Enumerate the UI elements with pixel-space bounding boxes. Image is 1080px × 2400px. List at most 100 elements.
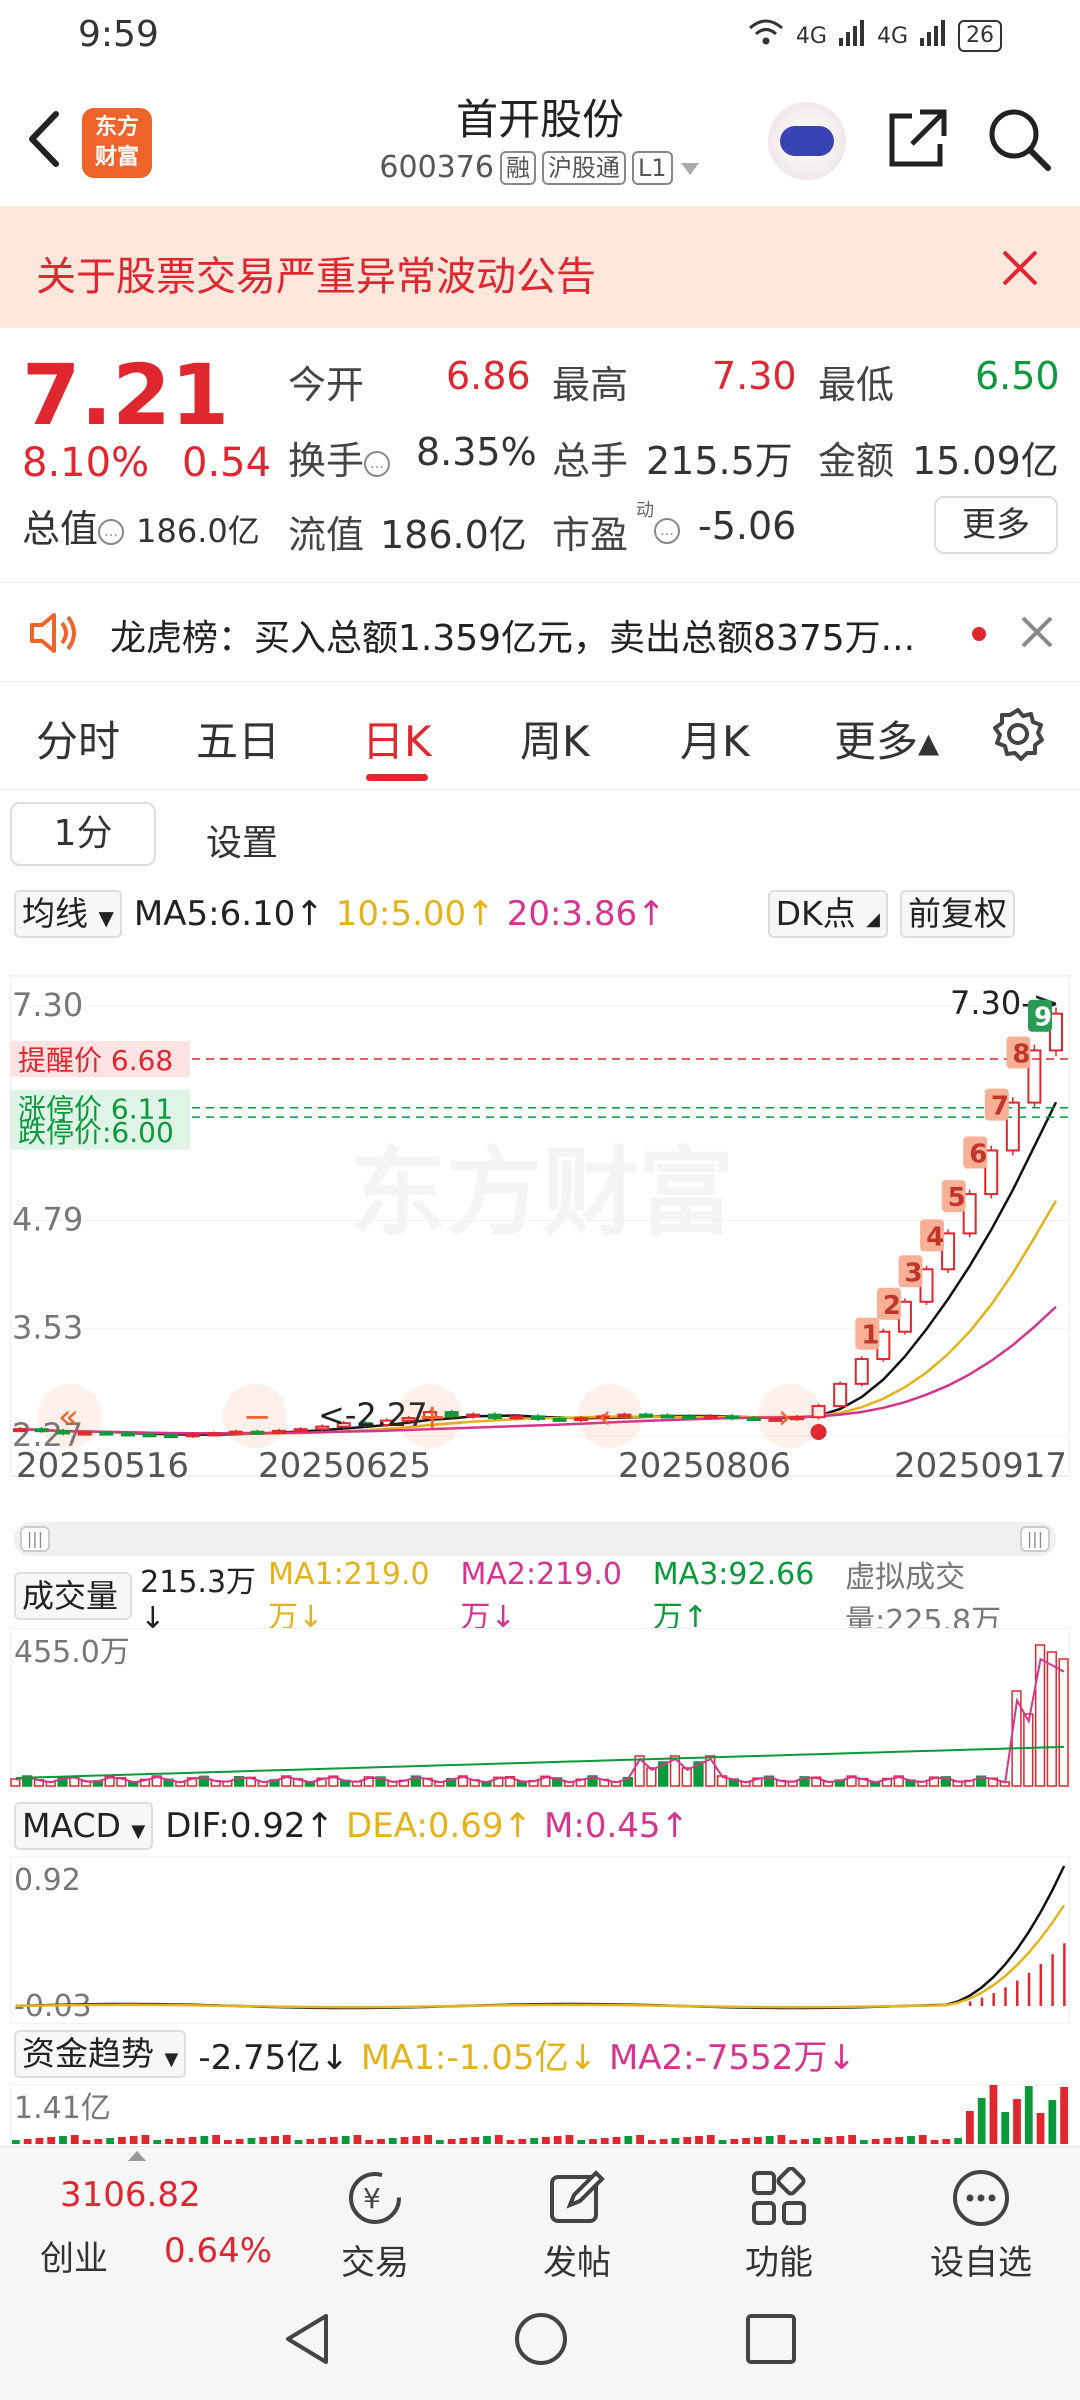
nav-add-watchlist[interactable]: 设自选 bbox=[916, 2167, 1046, 2284]
fund-bar bbox=[282, 2135, 291, 2144]
tab-five-day[interactable]: 五日 bbox=[196, 708, 280, 769]
share-icon[interactable] bbox=[882, 104, 952, 174]
fund-bar bbox=[777, 2135, 786, 2144]
search-icon[interactable] bbox=[984, 104, 1054, 174]
total-mv-value: 186.0亿 bbox=[136, 512, 260, 550]
back-arrow-icon[interactable] bbox=[22, 104, 66, 174]
announcement-banner[interactable]: 关于股票交易严重异常波动公告 bbox=[0, 206, 1080, 328]
tab-monthly-k[interactable]: 月K bbox=[680, 708, 750, 769]
fund-bar bbox=[966, 2111, 974, 2144]
fund-bar bbox=[424, 2135, 432, 2144]
macd-bar bbox=[1039, 1964, 1043, 2006]
nav-post-label: 发帖 bbox=[543, 2243, 611, 2283]
system-recents-icon[interactable] bbox=[744, 2312, 798, 2370]
fund-bar bbox=[353, 2135, 362, 2144]
fund-bar bbox=[671, 2138, 680, 2144]
status-time: 9:59 bbox=[78, 14, 159, 55]
index-value[interactable]: 3106.82 bbox=[60, 2175, 201, 2215]
tab-weekly-k[interactable]: 周K bbox=[520, 708, 590, 769]
volume-selector[interactable]: 成交量 ▼ bbox=[14, 1572, 133, 1656]
dropdown-triangle-icon[interactable] bbox=[679, 150, 701, 185]
fund-bar bbox=[23, 2139, 32, 2144]
close-icon[interactable] bbox=[1018, 613, 1056, 651]
fund-bar bbox=[483, 2136, 491, 2144]
volume-ma3: MA3:92.66万↑ bbox=[652, 1556, 815, 1635]
dragon-tiger-bar[interactable]: 龙虎榜：买入总额1.359亿元，卖出总额8375万... bbox=[0, 582, 1080, 682]
gear-icon[interactable] bbox=[990, 706, 1046, 762]
fund-bar bbox=[659, 2139, 668, 2144]
total-mv-label: 总值 bbox=[22, 507, 99, 551]
fund-selector-label: 资金趋势 bbox=[22, 2034, 154, 2073]
tab-intraday[interactable]: 分时 bbox=[36, 708, 120, 769]
fund-bar bbox=[447, 2139, 456, 2144]
expand-triangle-icon[interactable] bbox=[128, 2151, 146, 2161]
period-button[interactable]: 1分 bbox=[10, 802, 156, 866]
fund-bar bbox=[860, 2140, 868, 2144]
index-change[interactable]: 0.64% bbox=[164, 2231, 272, 2271]
more-button[interactable]: 更多 bbox=[934, 496, 1058, 554]
signal-icon-2 bbox=[918, 18, 948, 54]
info-icon[interactable]: … bbox=[98, 518, 125, 545]
volume-y-tick: 455.0万 bbox=[14, 1635, 130, 1670]
fund-bar bbox=[365, 2140, 374, 2144]
fund-bar bbox=[247, 2138, 256, 2144]
candle-body bbox=[682, 1415, 697, 1420]
chart-settings-link[interactable]: 设置 bbox=[206, 814, 278, 866]
system-back-icon[interactable] bbox=[280, 2310, 334, 2372]
fund-bar bbox=[765, 2136, 774, 2144]
open-value: 6.86 bbox=[446, 354, 531, 398]
status-bar: 9:59 4G 4G 26 bbox=[0, 0, 1080, 72]
scroll-handle-left[interactable]: ||| bbox=[20, 1526, 50, 1552]
candle-body bbox=[552, 1417, 567, 1422]
info-icon[interactable]: … bbox=[654, 518, 680, 544]
candle-body bbox=[466, 1413, 481, 1418]
chart-control-icon: › bbox=[778, 1397, 792, 1437]
nav-post[interactable]: 发帖 bbox=[512, 2167, 642, 2284]
chart-range-scrollbar[interactable]: ||| ||| bbox=[14, 1522, 1056, 1556]
nav-functions[interactable]: 功能 bbox=[714, 2166, 844, 2284]
fund-bar bbox=[836, 2136, 845, 2144]
close-icon[interactable] bbox=[998, 246, 1042, 290]
macd-dif: DIF:0.92↑ bbox=[165, 1806, 335, 1846]
candle-body bbox=[142, 1433, 157, 1438]
macd-selector[interactable]: MACD ▼ bbox=[14, 1802, 154, 1850]
macd-y-tick-top: 0.92 bbox=[14, 1863, 81, 1898]
watermark-text: 东方财富 bbox=[350, 1140, 734, 1247]
macd-bar bbox=[1016, 1980, 1019, 2006]
fund-selector[interactable]: 资金趋势 ▼ bbox=[14, 2030, 187, 2078]
virtual-volume: 虚拟成交量:225.8万 bbox=[845, 1560, 1002, 1639]
trade-icon: ¥ bbox=[349, 2172, 401, 2224]
assistant-robot-icon[interactable] bbox=[768, 102, 846, 180]
macd-chart[interactable]: 0.92 -0.03 bbox=[10, 1856, 1070, 2024]
index-name[interactable]: 创业 bbox=[40, 2231, 108, 2280]
volume-chart[interactable]: 455.0万 bbox=[10, 1628, 1070, 1788]
system-home-icon[interactable] bbox=[512, 2310, 570, 2372]
dk-point-button[interactable]: DK点 ◢ bbox=[767, 890, 889, 938]
volume-bar bbox=[1058, 1658, 1069, 1787]
date-tick: 20250806 bbox=[618, 1446, 792, 1486]
fund-bar bbox=[165, 2139, 173, 2144]
tab-more[interactable]: 更多▴ bbox=[834, 708, 939, 769]
candle-body bbox=[13, 1428, 27, 1433]
tab-daily-k[interactable]: 日K bbox=[362, 708, 432, 769]
level-tag[interactable]: L1 bbox=[631, 150, 673, 185]
svg-text:¥: ¥ bbox=[363, 2182, 381, 2215]
low-value: 6.50 bbox=[975, 354, 1060, 398]
k-line-chart[interactable]: 东方财富 7.304.793.532.27 提醒价 6.68涨停价 6.11跌停… bbox=[10, 946, 1070, 1506]
logo-line2: 财富 bbox=[94, 145, 139, 170]
fund-trend-chart[interactable]: 1.41亿 bbox=[10, 2084, 1070, 2144]
macd-bar bbox=[1027, 1972, 1031, 2006]
date-tick: 20250917 bbox=[894, 1446, 1068, 1486]
info-icon[interactable]: … bbox=[364, 450, 391, 477]
ma-selector[interactable]: 均线 ▼ bbox=[14, 890, 122, 938]
stock-header: 首开股份 600376 融 沪股通 L1 东方 财富 bbox=[0, 72, 1080, 206]
dragon-tiger-text[interactable]: 龙虎榜：买入总额1.359亿元，卖出总额8375万... bbox=[110, 609, 915, 661]
nav-trade[interactable]: ¥ 交易 bbox=[310, 2167, 440, 2284]
candle-body bbox=[99, 1431, 114, 1436]
announcement-text[interactable]: 关于股票交易严重异常波动公告 bbox=[36, 244, 596, 302]
eastmoney-logo[interactable]: 东方 财富 bbox=[82, 108, 152, 178]
fund-bar bbox=[895, 2137, 904, 2144]
scroll-handle-right[interactable]: ||| bbox=[1020, 1526, 1050, 1552]
adjust-button[interactable]: 前复权 bbox=[900, 890, 1016, 938]
volume-bar bbox=[681, 1767, 692, 1787]
